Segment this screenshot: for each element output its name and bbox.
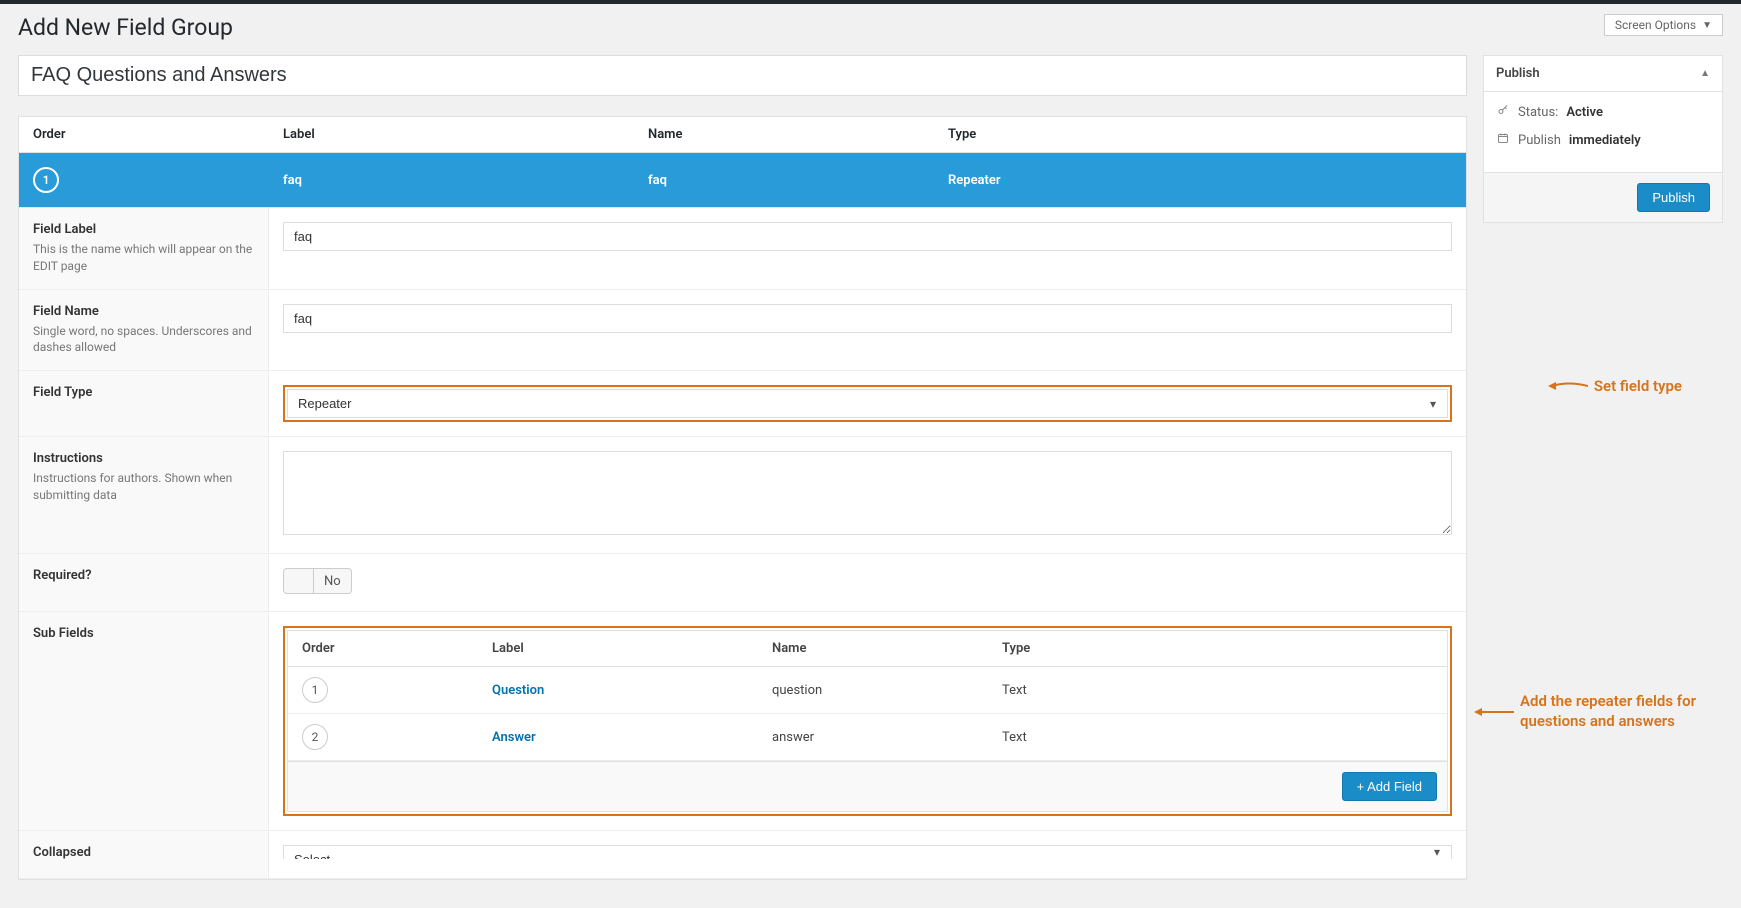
sub-col-name: Name <box>772 641 1002 656</box>
sub-col-label: Label <box>492 641 772 656</box>
field-label: faq <box>283 173 648 188</box>
publish-metabox: Publish ▲ Status: Active <box>1483 55 1723 223</box>
field-type-label: Field Type <box>33 385 254 400</box>
subfield-order: 2 <box>302 724 328 750</box>
subfield-label-link[interactable]: Question <box>492 683 544 698</box>
collapse-panel-icon[interactable]: ▲ <box>1700 68 1710 79</box>
field-name: faq <box>648 173 948 188</box>
required-value: No <box>314 574 351 589</box>
subfield-row[interactable]: 1 Question question Text <box>288 667 1447 714</box>
status-key: Status: <box>1518 105 1558 120</box>
subfield-type: Text <box>1002 730 1433 745</box>
field-name-label: Field Name <box>33 304 254 319</box>
subfields-label: Sub Fields <box>33 626 254 641</box>
field-name-hint: Single word, no spaces. Underscores and … <box>33 323 254 357</box>
field-label-label: Field Label <box>33 222 254 237</box>
field-row-active[interactable]: 1 faq faq Repeater <box>19 153 1466 207</box>
field-name-input[interactable] <box>283 304 1452 333</box>
calendar-icon <box>1496 132 1510 148</box>
col-type: Type <box>948 127 1452 142</box>
sub-col-order: Order <box>302 641 492 656</box>
subfield-name: answer <box>772 730 1002 745</box>
field-group-title-input[interactable] <box>18 55 1467 96</box>
status-value: Active <box>1566 105 1603 120</box>
field-label-input[interactable] <box>283 222 1452 251</box>
arrow-left-icon <box>1548 379 1588 393</box>
field-type-select[interactable] <box>287 389 1448 418</box>
instructions-label: Instructions <box>33 451 254 466</box>
annotation-subfields: Add the repeater fields for questions an… <box>1520 692 1720 731</box>
chevron-down-icon: ▼ <box>1702 20 1712 31</box>
field-label-hint: This is the name which will appear on th… <box>33 241 254 275</box>
required-label: Required? <box>33 568 254 583</box>
collapsed-select[interactable] <box>283 845 1452 859</box>
instructions-hint: Instructions for authors. Shown when sub… <box>33 470 254 504</box>
instructions-textarea[interactable] <box>283 451 1452 535</box>
subfield-type: Text <box>1002 683 1433 698</box>
schedule-value: immediately <box>1569 133 1641 148</box>
add-field-button[interactable]: + Add Field <box>1342 772 1437 801</box>
col-order: Order <box>33 127 283 142</box>
fields-table: Order Label Name Type 1 faq faq Repeater… <box>18 116 1467 880</box>
publish-button[interactable]: Publish <box>1637 183 1710 212</box>
required-toggle[interactable]: No <box>283 568 352 594</box>
subfield-order: 1 <box>302 677 328 703</box>
col-label: Label <box>283 127 648 142</box>
screen-options-label: Screen Options <box>1615 18 1696 32</box>
annotation-field-type: Set field type <box>1594 377 1682 395</box>
publish-title: Publish <box>1496 66 1540 81</box>
collapsed-label: Collapsed <box>33 845 254 860</box>
col-name: Name <box>648 127 948 142</box>
subfield-row[interactable]: 2 Answer answer Text <box>288 714 1447 761</box>
arrow-left-icon <box>1474 705 1514 719</box>
field-type: Repeater <box>948 173 1452 188</box>
screen-options-button[interactable]: Screen Options ▼ <box>1604 14 1723 36</box>
order-badge: 1 <box>33 167 59 193</box>
page-title: Add New Field Group <box>18 14 233 41</box>
subfields-table: Order Label Name Type 1 Question questio… <box>287 630 1448 812</box>
sub-col-type: Type <box>1002 641 1433 656</box>
schedule-key: Publish <box>1518 133 1561 148</box>
key-icon <box>1496 104 1510 120</box>
subfield-name: question <box>772 683 1002 698</box>
subfield-label-link[interactable]: Answer <box>492 730 536 745</box>
